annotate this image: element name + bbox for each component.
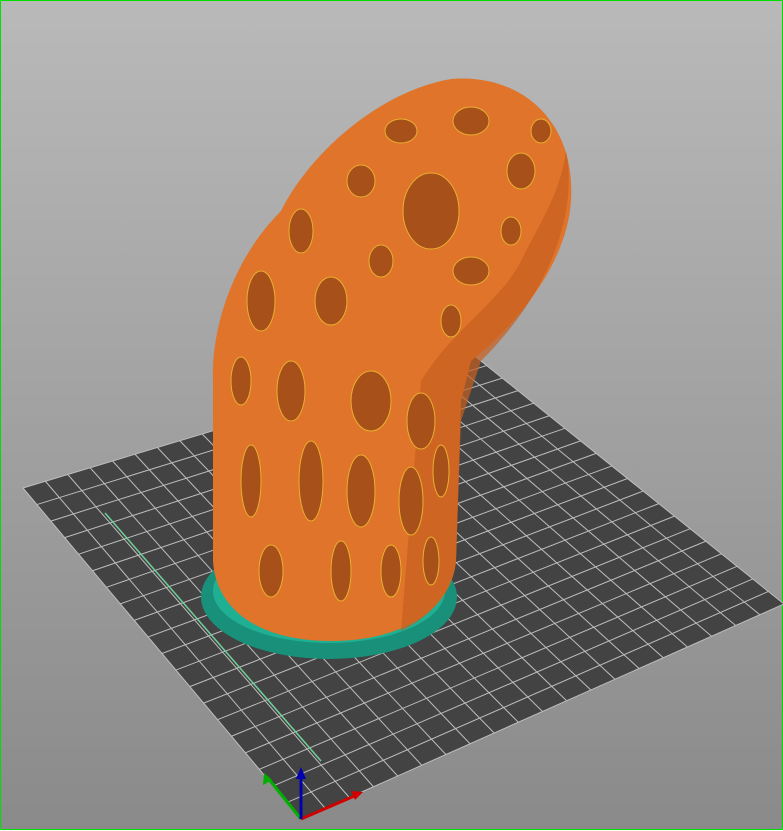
lattice-hole bbox=[398, 466, 424, 536]
lattice-hole bbox=[440, 304, 462, 338]
lattice-hole bbox=[330, 540, 352, 602]
lattice-hole bbox=[530, 118, 552, 144]
lattice-hole bbox=[368, 244, 394, 278]
lattice-hole bbox=[240, 444, 262, 518]
lattice-hole bbox=[258, 544, 284, 598]
lattice-hole bbox=[288, 208, 314, 254]
lattice-hole bbox=[432, 444, 450, 498]
lattice-hole bbox=[422, 536, 440, 586]
lattice-hole bbox=[298, 440, 324, 522]
lattice-hole bbox=[246, 270, 276, 332]
lattice-hole bbox=[276, 360, 306, 422]
lattice-hole bbox=[346, 164, 376, 198]
lattice-hole bbox=[402, 172, 460, 250]
lattice-hole bbox=[506, 152, 536, 190]
lattice-hole bbox=[384, 118, 418, 144]
lattice-hole bbox=[452, 256, 490, 286]
lattice-hole bbox=[350, 370, 392, 432]
lattice-hole bbox=[314, 276, 348, 326]
lattice-hole bbox=[452, 106, 490, 136]
scene bbox=[22, 78, 783, 821]
lattice-hole bbox=[230, 356, 252, 406]
lattice-hole bbox=[500, 216, 522, 246]
lattice-hole bbox=[346, 454, 376, 528]
3d-viewport[interactable] bbox=[0, 0, 783, 830]
lattice-hole bbox=[380, 544, 402, 598]
lattice-hole bbox=[406, 392, 436, 450]
